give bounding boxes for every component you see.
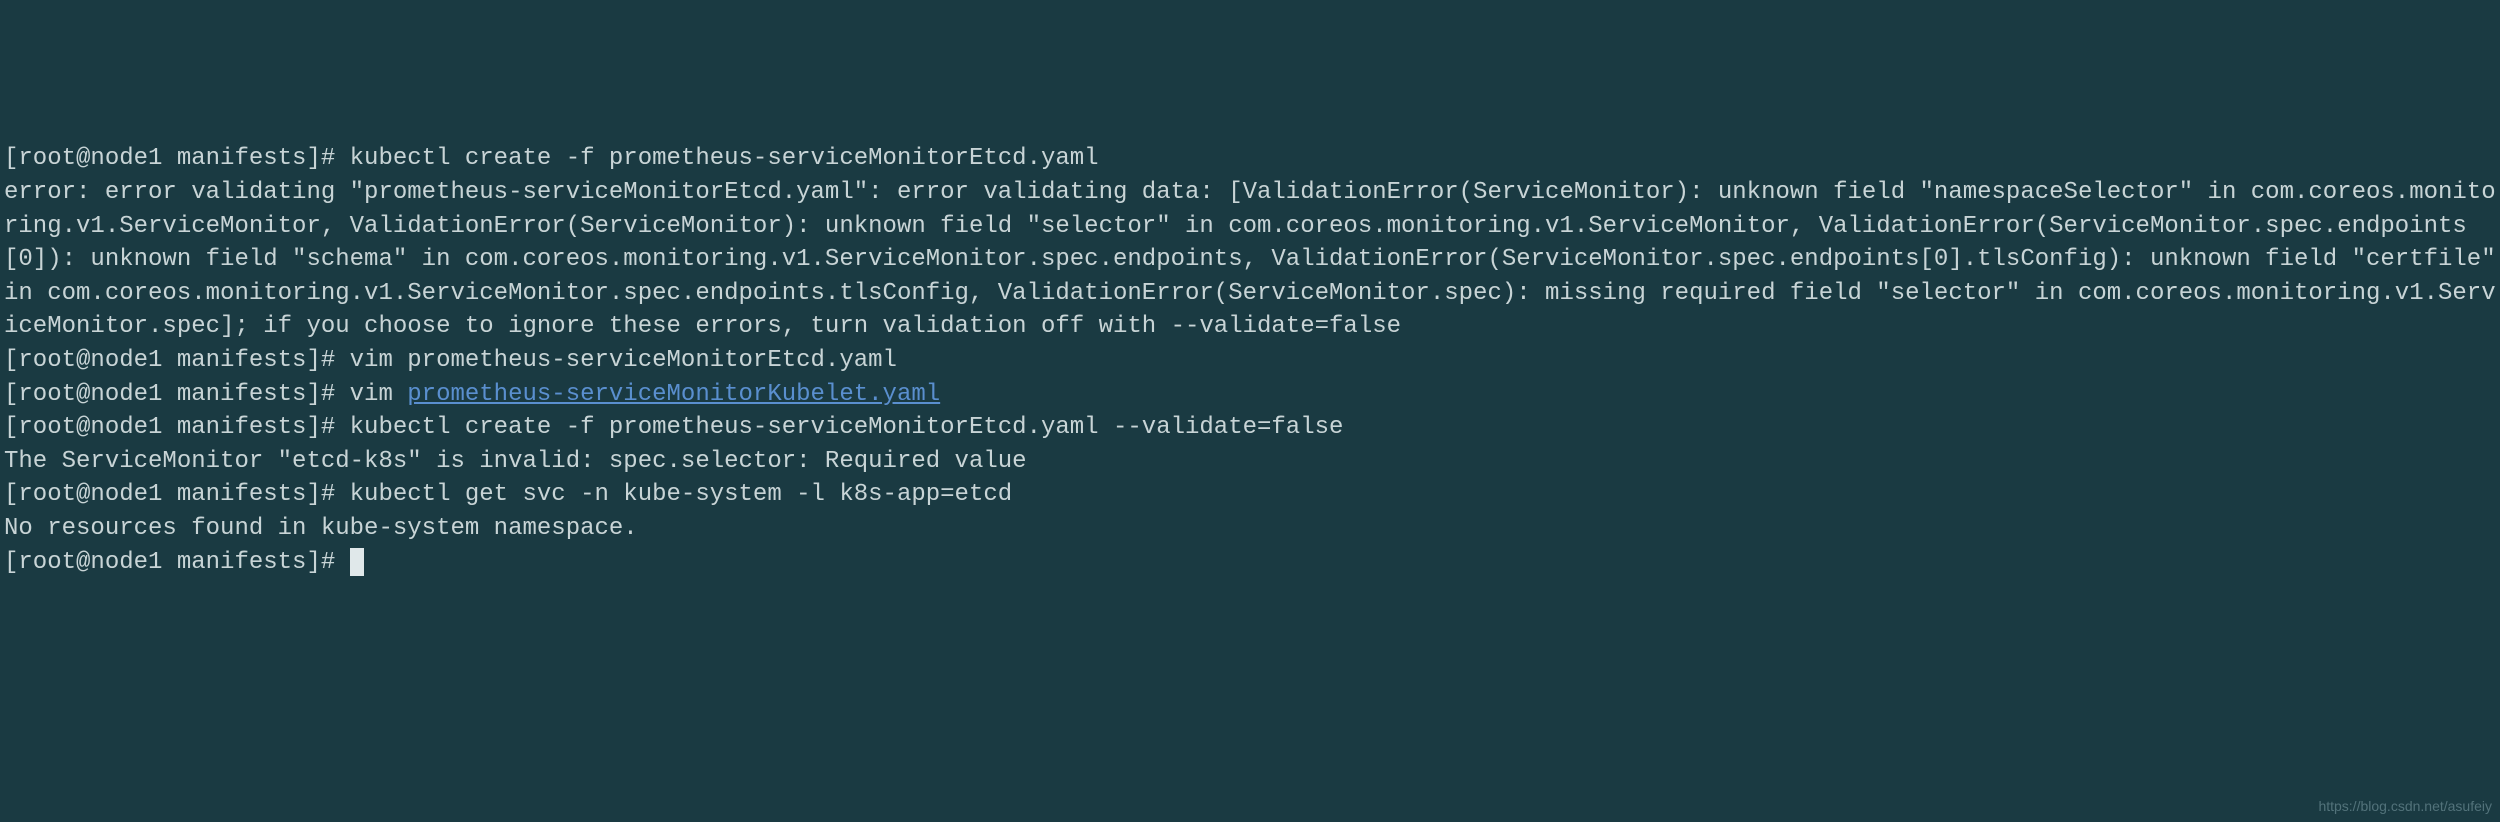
shell-prompt: [root@node1 manifests]#: [4, 381, 350, 408]
shell-prompt: [root@node1 manifests]#: [4, 347, 350, 374]
shell-prompt: [root@node1 manifests]#: [4, 414, 350, 441]
command-output: The ServiceMonitor "etcd-k8s" is invalid…: [4, 448, 1027, 475]
command-text: vim: [350, 381, 408, 408]
command-output: No resources found in kube-system namesp…: [4, 515, 638, 542]
terminal-cursor: [350, 548, 364, 576]
file-link[interactable]: prometheus-serviceMonitorKubelet.yaml: [407, 381, 940, 408]
terminal-output[interactable]: [root@node1 manifests]# kubectl create -…: [4, 142, 2496, 579]
error-output: error: error validating "prometheus-serv…: [4, 179, 2500, 340]
shell-prompt: [root@node1 manifests]#: [4, 549, 350, 576]
command-text: kubectl create -f prometheus-serviceMoni…: [350, 145, 1099, 172]
command-text: kubectl create -f prometheus-serviceMoni…: [350, 414, 1344, 441]
shell-prompt: [root@node1 manifests]#: [4, 145, 350, 172]
command-text: vim prometheus-serviceMonitorEtcd.yaml: [350, 347, 897, 374]
command-text: kubectl get svc -n kube-system -l k8s-ap…: [350, 481, 1013, 508]
shell-prompt: [root@node1 manifests]#: [4, 481, 350, 508]
watermark-text: https://blog.csdn.net/asufeiy: [2318, 797, 2492, 817]
